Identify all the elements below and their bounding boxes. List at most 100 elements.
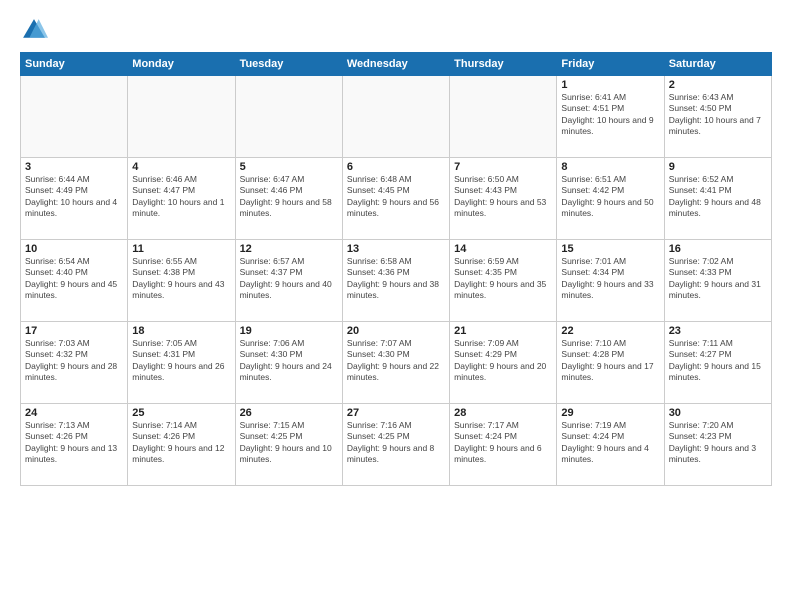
calendar-cell: 1Sunrise: 6:41 AM Sunset: 4:51 PM Daylig… [557,76,664,158]
day-info: Sunrise: 7:19 AM Sunset: 4:24 PM Dayligh… [561,420,659,466]
day-info: Sunrise: 6:48 AM Sunset: 4:45 PM Dayligh… [347,174,445,220]
calendar-cell: 10Sunrise: 6:54 AM Sunset: 4:40 PM Dayli… [21,240,128,322]
calendar-cell: 7Sunrise: 6:50 AM Sunset: 4:43 PM Daylig… [450,158,557,240]
day-number: 25 [132,407,230,419]
day-number: 3 [25,161,123,173]
weekday-saturday: Saturday [664,53,771,76]
calendar-cell: 11Sunrise: 6:55 AM Sunset: 4:38 PM Dayli… [128,240,235,322]
day-number: 27 [347,407,445,419]
day-info: Sunrise: 6:58 AM Sunset: 4:36 PM Dayligh… [347,256,445,302]
calendar-cell [450,76,557,158]
week-row-1: 3Sunrise: 6:44 AM Sunset: 4:49 PM Daylig… [21,158,772,240]
weekday-thursday: Thursday [450,53,557,76]
day-info: Sunrise: 6:44 AM Sunset: 4:49 PM Dayligh… [25,174,123,220]
day-number: 17 [25,325,123,337]
day-number: 24 [25,407,123,419]
day-info: Sunrise: 7:01 AM Sunset: 4:34 PM Dayligh… [561,256,659,302]
weekday-header-row: SundayMondayTuesdayWednesdayThursdayFrid… [21,53,772,76]
day-info: Sunrise: 6:46 AM Sunset: 4:47 PM Dayligh… [132,174,230,220]
calendar-cell: 18Sunrise: 7:05 AM Sunset: 4:31 PM Dayli… [128,322,235,404]
day-number: 14 [454,243,552,255]
calendar-cell: 16Sunrise: 7:02 AM Sunset: 4:33 PM Dayli… [664,240,771,322]
calendar-cell: 21Sunrise: 7:09 AM Sunset: 4:29 PM Dayli… [450,322,557,404]
weekday-monday: Monday [128,53,235,76]
calendar-cell: 20Sunrise: 7:07 AM Sunset: 4:30 PM Dayli… [342,322,449,404]
logo [20,16,52,44]
day-info: Sunrise: 6:50 AM Sunset: 4:43 PM Dayligh… [454,174,552,220]
calendar-cell: 8Sunrise: 6:51 AM Sunset: 4:42 PM Daylig… [557,158,664,240]
day-info: Sunrise: 6:41 AM Sunset: 4:51 PM Dayligh… [561,92,659,138]
day-info: Sunrise: 7:03 AM Sunset: 4:32 PM Dayligh… [25,338,123,384]
day-number: 11 [132,243,230,255]
calendar-cell: 26Sunrise: 7:15 AM Sunset: 4:25 PM Dayli… [235,404,342,486]
day-info: Sunrise: 7:11 AM Sunset: 4:27 PM Dayligh… [669,338,767,384]
day-number: 5 [240,161,338,173]
week-row-2: 10Sunrise: 6:54 AM Sunset: 4:40 PM Dayli… [21,240,772,322]
calendar-cell [128,76,235,158]
calendar-cell: 23Sunrise: 7:11 AM Sunset: 4:27 PM Dayli… [664,322,771,404]
calendar-cell: 27Sunrise: 7:16 AM Sunset: 4:25 PM Dayli… [342,404,449,486]
day-info: Sunrise: 6:55 AM Sunset: 4:38 PM Dayligh… [132,256,230,302]
day-info: Sunrise: 7:16 AM Sunset: 4:25 PM Dayligh… [347,420,445,466]
day-number: 29 [561,407,659,419]
day-info: Sunrise: 7:13 AM Sunset: 4:26 PM Dayligh… [25,420,123,466]
day-info: Sunrise: 6:57 AM Sunset: 4:37 PM Dayligh… [240,256,338,302]
day-number: 19 [240,325,338,337]
calendar-cell: 17Sunrise: 7:03 AM Sunset: 4:32 PM Dayli… [21,322,128,404]
calendar-cell: 24Sunrise: 7:13 AM Sunset: 4:26 PM Dayli… [21,404,128,486]
day-number: 30 [669,407,767,419]
calendar-cell: 12Sunrise: 6:57 AM Sunset: 4:37 PM Dayli… [235,240,342,322]
weekday-friday: Friday [557,53,664,76]
day-info: Sunrise: 7:17 AM Sunset: 4:24 PM Dayligh… [454,420,552,466]
calendar-cell: 29Sunrise: 7:19 AM Sunset: 4:24 PM Dayli… [557,404,664,486]
day-info: Sunrise: 7:05 AM Sunset: 4:31 PM Dayligh… [132,338,230,384]
calendar-cell [342,76,449,158]
day-number: 2 [669,79,767,91]
day-info: Sunrise: 6:59 AM Sunset: 4:35 PM Dayligh… [454,256,552,302]
day-info: Sunrise: 7:09 AM Sunset: 4:29 PM Dayligh… [454,338,552,384]
day-number: 9 [669,161,767,173]
calendar-cell: 6Sunrise: 6:48 AM Sunset: 4:45 PM Daylig… [342,158,449,240]
day-info: Sunrise: 6:52 AM Sunset: 4:41 PM Dayligh… [669,174,767,220]
day-info: Sunrise: 7:07 AM Sunset: 4:30 PM Dayligh… [347,338,445,384]
day-number: 4 [132,161,230,173]
calendar-cell [235,76,342,158]
weekday-wednesday: Wednesday [342,53,449,76]
header [20,16,772,44]
day-number: 23 [669,325,767,337]
day-number: 20 [347,325,445,337]
day-info: Sunrise: 7:14 AM Sunset: 4:26 PM Dayligh… [132,420,230,466]
calendar-cell: 30Sunrise: 7:20 AM Sunset: 4:23 PM Dayli… [664,404,771,486]
calendar-cell: 22Sunrise: 7:10 AM Sunset: 4:28 PM Dayli… [557,322,664,404]
calendar-cell: 9Sunrise: 6:52 AM Sunset: 4:41 PM Daylig… [664,158,771,240]
day-number: 1 [561,79,659,91]
day-number: 26 [240,407,338,419]
day-info: Sunrise: 6:51 AM Sunset: 4:42 PM Dayligh… [561,174,659,220]
page: SundayMondayTuesdayWednesdayThursdayFrid… [0,0,792,612]
day-info: Sunrise: 6:43 AM Sunset: 4:50 PM Dayligh… [669,92,767,138]
calendar-cell: 4Sunrise: 6:46 AM Sunset: 4:47 PM Daylig… [128,158,235,240]
day-number: 28 [454,407,552,419]
calendar-cell: 2Sunrise: 6:43 AM Sunset: 4:50 PM Daylig… [664,76,771,158]
calendar-cell [21,76,128,158]
day-number: 15 [561,243,659,255]
day-info: Sunrise: 7:10 AM Sunset: 4:28 PM Dayligh… [561,338,659,384]
day-number: 16 [669,243,767,255]
calendar-cell: 5Sunrise: 6:47 AM Sunset: 4:46 PM Daylig… [235,158,342,240]
day-info: Sunrise: 7:20 AM Sunset: 4:23 PM Dayligh… [669,420,767,466]
calendar-cell: 25Sunrise: 7:14 AM Sunset: 4:26 PM Dayli… [128,404,235,486]
calendar-cell: 13Sunrise: 6:58 AM Sunset: 4:36 PM Dayli… [342,240,449,322]
weekday-sunday: Sunday [21,53,128,76]
day-number: 18 [132,325,230,337]
logo-icon [20,16,48,44]
day-info: Sunrise: 7:02 AM Sunset: 4:33 PM Dayligh… [669,256,767,302]
calendar-cell: 14Sunrise: 6:59 AM Sunset: 4:35 PM Dayli… [450,240,557,322]
week-row-4: 24Sunrise: 7:13 AM Sunset: 4:26 PM Dayli… [21,404,772,486]
week-row-3: 17Sunrise: 7:03 AM Sunset: 4:32 PM Dayli… [21,322,772,404]
day-number: 21 [454,325,552,337]
calendar-cell: 3Sunrise: 6:44 AM Sunset: 4:49 PM Daylig… [21,158,128,240]
day-number: 12 [240,243,338,255]
day-info: Sunrise: 7:06 AM Sunset: 4:30 PM Dayligh… [240,338,338,384]
day-info: Sunrise: 6:47 AM Sunset: 4:46 PM Dayligh… [240,174,338,220]
day-info: Sunrise: 6:54 AM Sunset: 4:40 PM Dayligh… [25,256,123,302]
